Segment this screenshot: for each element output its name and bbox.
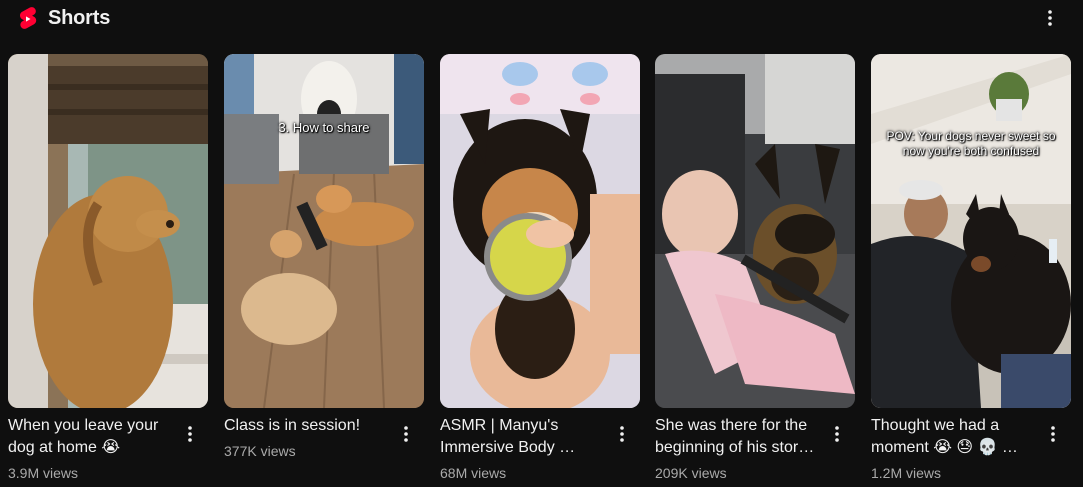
short-views: 1.2M views bbox=[871, 465, 942, 481]
more-vert-icon[interactable] bbox=[396, 422, 416, 446]
short-card[interactable]: When you leave your dog at home 😭 3.9M v… bbox=[8, 54, 208, 487]
short-card[interactable]: She was there for the beginning of his s… bbox=[655, 54, 855, 487]
youtube-shorts-icon bbox=[16, 7, 40, 31]
more-vert-icon[interactable] bbox=[180, 422, 200, 446]
short-views: 377K views bbox=[224, 443, 296, 459]
short-thumbnail[interactable] bbox=[8, 54, 208, 408]
short-title[interactable]: She was there for the beginning of his s… bbox=[655, 415, 827, 459]
short-views: 209K views bbox=[655, 465, 727, 481]
short-title[interactable]: Thought we had a moment 😭 😓 💀 … bbox=[871, 415, 1043, 459]
short-overlay-caption: POV: Your dogs never sweet so now you're… bbox=[886, 129, 1056, 158]
short-title[interactable]: When you leave your dog at home 😭 bbox=[8, 415, 180, 459]
short-card[interactable]: 3. How to share Class is in session! 377… bbox=[224, 54, 424, 487]
short-views: 3.9M views bbox=[8, 465, 79, 481]
shorts-header: Shorts bbox=[0, 0, 1083, 40]
short-thumbnail[interactable]: POV: Your dogs never sweet so now you're… bbox=[871, 54, 1071, 408]
section-title: Shorts bbox=[48, 7, 111, 29]
short-title[interactable]: ASMR | Manyu's Immersive Body … bbox=[440, 415, 612, 459]
more-vert-icon[interactable] bbox=[1038, 6, 1062, 30]
short-thumbnail[interactable]: 3. How to share bbox=[224, 54, 424, 408]
short-card[interactable]: POV: Your dogs never sweet so now you're… bbox=[871, 54, 1071, 487]
short-thumbnail[interactable] bbox=[440, 54, 640, 408]
short-title[interactable]: Class is in session! bbox=[224, 415, 396, 437]
short-card[interactable]: ASMR | Manyu's Immersive Body … 68M view… bbox=[440, 54, 640, 487]
more-vert-icon[interactable] bbox=[827, 422, 847, 446]
short-overlay-caption: 3. How to share bbox=[278, 120, 370, 135]
more-vert-icon[interactable] bbox=[1043, 422, 1063, 446]
short-views: 68M views bbox=[440, 465, 507, 481]
short-thumbnail[interactable] bbox=[655, 54, 855, 408]
more-vert-icon[interactable] bbox=[612, 422, 632, 446]
